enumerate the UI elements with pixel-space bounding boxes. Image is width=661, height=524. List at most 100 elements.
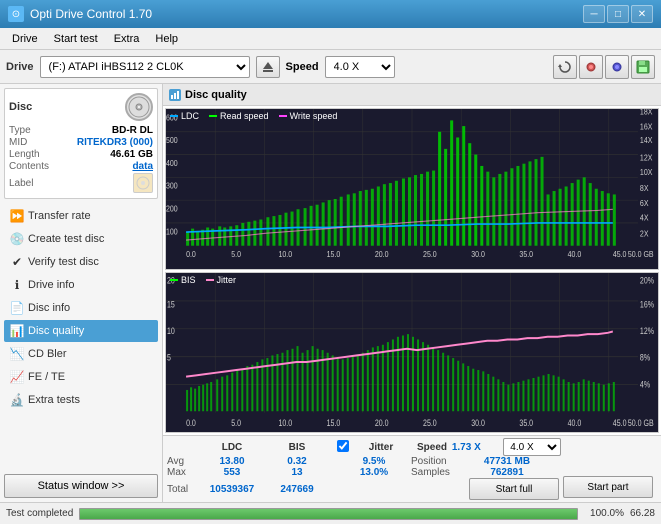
samples-value: 762891: [490, 467, 523, 478]
svg-text:10: 10: [167, 326, 175, 336]
app-icon: ⊙: [8, 6, 24, 22]
verify-test-disc-icon: ✔: [10, 255, 24, 269]
svg-text:15: 15: [167, 299, 175, 309]
menu-start-test[interactable]: Start test: [46, 31, 106, 47]
samples-label: Samples: [411, 467, 451, 478]
drive-label: Drive: [6, 61, 34, 73]
sidebar-item-transfer-rate[interactable]: ⏩ Transfer rate: [4, 205, 158, 227]
sidebar-item-label: Disc quality: [28, 325, 84, 337]
sidebar-item-label: Drive info: [28, 279, 74, 291]
svg-text:16X: 16X: [640, 122, 652, 132]
label-icon[interactable]: [133, 173, 153, 193]
position-label: Position: [411, 456, 451, 467]
svg-text:15.0: 15.0: [327, 417, 341, 427]
speed-stat-select[interactable]: 4.0 X: [503, 438, 561, 456]
extra-tests-icon: 🔬: [10, 393, 24, 407]
speed-stat-sep: [482, 438, 502, 456]
total-bis: 247669: [280, 484, 313, 495]
total-label: Total: [167, 478, 197, 500]
sidebar: Disc Type BD-R DL MID RITEKDR3 (000) Len…: [0, 84, 163, 502]
disc-info-icon: 📄: [10, 301, 24, 315]
chart1-legend: LDC Read speed Write speed: [170, 111, 337, 121]
avg-ldc: 13.80: [219, 456, 244, 467]
bis-header: BIS: [267, 438, 327, 456]
window-controls: ─ □ ✕: [583, 5, 653, 23]
disc-quality-icon: 📊: [10, 324, 24, 338]
jitter-checkbox[interactable]: [337, 440, 349, 452]
maximize-button[interactable]: □: [607, 5, 629, 23]
sidebar-item-disc-info[interactable]: 📄 Disc info: [4, 297, 158, 319]
sidebar-item-cd-bler[interactable]: 📉 CD Bler: [4, 343, 158, 365]
chart-ldc: LDC Read speed Write speed: [165, 108, 659, 270]
svg-text:12X: 12X: [640, 153, 652, 163]
svg-text:14X: 14X: [640, 136, 652, 146]
chart2-svg: 20% 16% 12% 8% 4% 20 15 10 5 0.0 5.0 10.…: [166, 273, 658, 433]
disc-contents-row: Contents data: [9, 161, 153, 172]
svg-text:20.0: 20.0: [375, 250, 389, 260]
sidebar-item-drive-info[interactable]: ℹ Drive info: [4, 274, 158, 296]
main-content: Disc quality LDC Read speed: [163, 84, 661, 502]
svg-text:50.0 GB: 50.0 GB: [628, 250, 654, 260]
start-full-button[interactable]: Start full: [469, 478, 559, 500]
menu-drive[interactable]: Drive: [4, 31, 46, 47]
legend-read-speed: Read speed: [209, 111, 269, 121]
start-part-button[interactable]: Start part: [563, 476, 653, 498]
chart1-svg: 18X 16X 14X 12X 10X 8X 6X 4X 2X 600 500 …: [166, 109, 658, 269]
sidebar-item-label: Transfer rate: [28, 210, 91, 222]
sidebar-item-label: Extra tests: [28, 394, 80, 406]
status-text: Test completed: [6, 508, 73, 519]
total-ldc: 10539367: [210, 484, 255, 495]
save-button[interactable]: [631, 55, 655, 79]
sidebar-item-disc-quality[interactable]: 📊 Disc quality: [4, 320, 158, 342]
svg-text:30.0: 30.0: [471, 250, 485, 260]
disc-contents-value[interactable]: data: [132, 161, 153, 172]
sidebar-item-label: CD Bler: [28, 348, 67, 360]
svg-text:35.0: 35.0: [519, 250, 533, 260]
status-window-button[interactable]: Status window >>: [4, 474, 158, 498]
svg-text:8%: 8%: [640, 352, 651, 362]
close-button[interactable]: ✕: [631, 5, 653, 23]
legend-bis-dot: [170, 279, 178, 281]
refresh-button[interactable]: [553, 55, 577, 79]
svg-text:20%: 20%: [640, 275, 655, 285]
settings-button2[interactable]: [605, 55, 629, 79]
svg-text:15.0: 15.0: [327, 250, 341, 260]
sidebar-item-label: Verify test disc: [28, 256, 99, 268]
sidebar-item-fe-te[interactable]: 📈 FE / TE: [4, 366, 158, 388]
menu-extra[interactable]: Extra: [106, 31, 148, 47]
svg-text:10.0: 10.0: [278, 417, 292, 427]
settings-button1[interactable]: [579, 55, 603, 79]
toolbar-buttons: [553, 55, 655, 79]
sidebar-menu: ⏩ Transfer rate 💿 Create test disc ✔ Ver…: [0, 203, 162, 470]
max-ldc: 553: [224, 467, 241, 478]
fe-te-icon: 📈: [10, 370, 24, 384]
cd-bler-icon: 📉: [10, 347, 24, 361]
disc-mid-row: MID RITEKDR3 (000): [9, 137, 153, 148]
ldc-header: LDC: [197, 438, 267, 456]
svg-text:100: 100: [166, 227, 178, 237]
disc-panel-header: Disc: [9, 93, 153, 121]
drive-select[interactable]: (F:) ATAPI iHBS112 2 CL0K: [40, 56, 250, 78]
minimize-button[interactable]: ─: [583, 5, 605, 23]
app-title: Opti Drive Control 1.70: [30, 7, 152, 21]
create-test-disc-icon: 💿: [10, 232, 24, 246]
disc-length-row: Length 46.61 GB: [9, 149, 153, 160]
svg-text:4%: 4%: [640, 379, 651, 389]
disc-length-value: 46.61 GB: [110, 149, 153, 160]
svg-text:12%: 12%: [640, 326, 655, 336]
svg-text:40.0: 40.0: [568, 417, 582, 427]
sidebar-item-create-test-disc[interactable]: 💿 Create test disc: [4, 228, 158, 250]
disc-icon: [125, 93, 153, 121]
speed-stat-value1: 1.73 X: [451, 438, 482, 456]
speed-select[interactable]: 4.0 X: [325, 56, 395, 78]
sidebar-item-label: FE / TE: [28, 371, 65, 383]
menu-help[interactable]: Help: [147, 31, 186, 47]
disc-type-row: Type BD-R DL: [9, 125, 153, 136]
start-part-area: Start part: [563, 438, 657, 500]
sidebar-item-extra-tests[interactable]: 🔬 Extra tests: [4, 389, 158, 411]
svg-text:0.0: 0.0: [186, 250, 196, 260]
sidebar-item-verify-test-disc[interactable]: ✔ Verify test disc: [4, 251, 158, 273]
eject-button[interactable]: [256, 56, 280, 78]
max-jitter: 13.0%: [360, 467, 388, 478]
legend-bis: BIS: [170, 275, 196, 285]
